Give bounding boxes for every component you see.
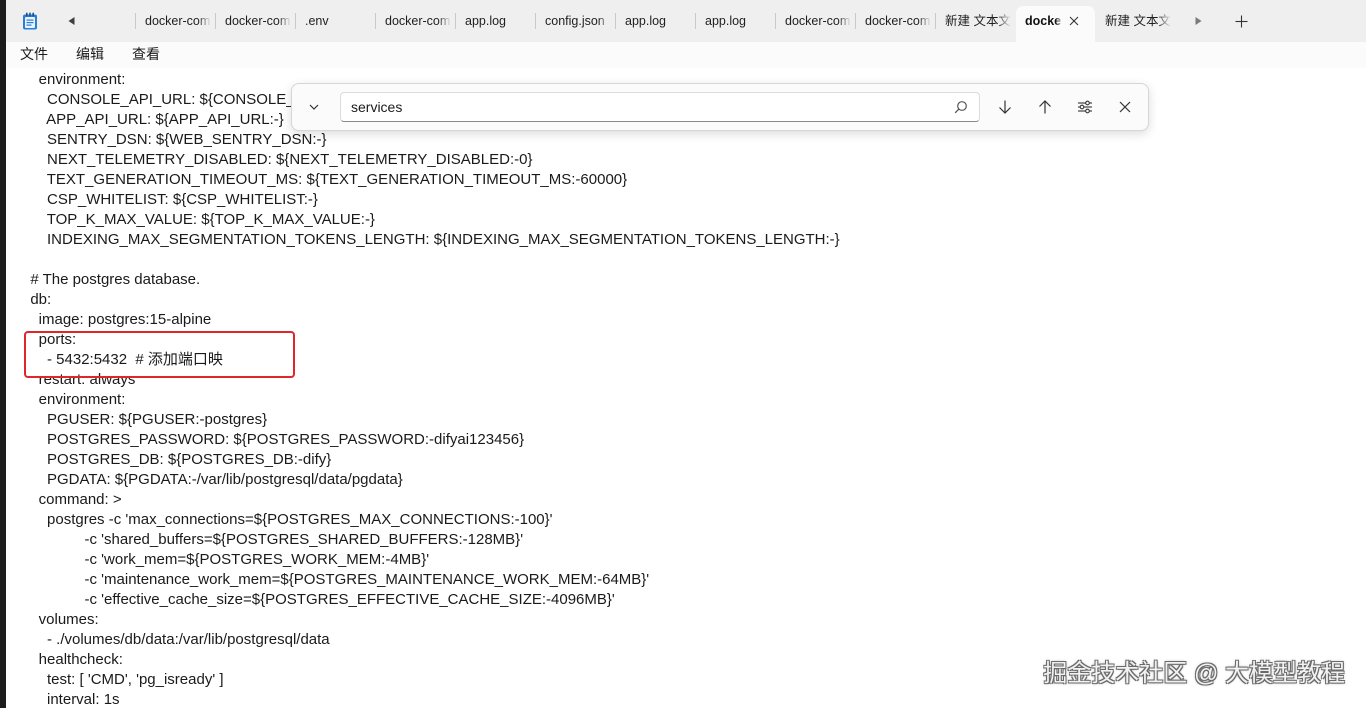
tab-docker-compose[interactable]: docker-comp (775, 0, 855, 42)
scroll-tabs-right-button[interactable] (1186, 9, 1210, 33)
notepad-window: docker-comp docker-comp .env docker-comp… (0, 0, 1366, 708)
find-bar (291, 83, 1149, 131)
editor-line[interactable]: POSTGRES_DB: ${POSTGRES_DB:-dify} (0, 450, 1366, 470)
editor-line[interactable]: INDEXING_MAX_SEGMENTATION_TOKENS_LENGTH:… (0, 230, 1366, 250)
editor-line[interactable]: -c 'maintenance_work_mem=${POSTGRES_MAIN… (0, 570, 1366, 590)
editor-line[interactable]: - ./volumes/db/data:/var/lib/postgresql/… (0, 630, 1366, 650)
search-icon[interactable] (954, 100, 968, 114)
tab-docker-compose[interactable]: docker-comp (215, 0, 295, 42)
editor-line[interactable]: CSP_WHITELIST: ${CSP_WHITELIST:-} (0, 190, 1366, 210)
tab-env[interactable]: .env (295, 0, 375, 42)
menu-view[interactable]: 查看 (124, 42, 168, 68)
editor-line[interactable]: postgres -c 'max_connections=${POSTGRES_… (0, 510, 1366, 530)
tab-label: app.log (465, 14, 507, 28)
editor-line[interactable]: db: (0, 290, 1366, 310)
close-icon (1119, 101, 1131, 113)
arrow-up-icon (1039, 100, 1051, 114)
editor-line[interactable]: SENTRY_DSN: ${WEB_SENTRY_DSN:-} (0, 130, 1366, 150)
editor-line[interactable]: POSTGRES_PASSWORD: ${POSTGRES_PASSWORD:-… (0, 430, 1366, 450)
highlight-annotation-box (24, 331, 295, 378)
editor-line[interactable]: -c 'work_mem=${POSTGRES_WORK_MEM:-4MB}' (0, 550, 1366, 570)
tab-label: config.json (545, 14, 605, 28)
tab-docker-compose[interactable]: docker-comp (135, 0, 215, 42)
tab-new-text-document[interactable]: 新建 文本文 (1095, 0, 1175, 42)
tab-label: docker-comp (865, 14, 931, 28)
background-terminal-window (0, 0, 6, 708)
plus-icon (1235, 15, 1247, 27)
toggle-replace-button[interactable] (298, 91, 330, 123)
tab-strip: docker-comp docker-comp .env docker-comp… (135, 0, 1175, 42)
find-previous-button[interactable] (1029, 91, 1061, 123)
tab-app-log[interactable]: app.log (615, 0, 695, 42)
tab-label: .env (305, 14, 329, 28)
chevron-down-icon (309, 104, 319, 110)
tab-label: docker-comp (225, 14, 291, 28)
menu-edit[interactable]: 编辑 (68, 42, 112, 68)
close-tab-button[interactable] (1064, 11, 1084, 31)
tab-label: 新建 文本文 (1105, 14, 1171, 28)
new-tab-button[interactable] (1229, 9, 1253, 33)
editor-line[interactable]: command: > (0, 490, 1366, 510)
tab-active[interactable]: docke (1016, 6, 1095, 42)
text-editor[interactable]: environment: CONSOLE_API_URL: ${CONSOLE_… (0, 68, 1366, 708)
editor-line[interactable]: interval: 1s (0, 690, 1366, 708)
tab-label: app.log (705, 14, 747, 28)
tab-label: 新建 文本文 (945, 14, 1011, 28)
editor-line[interactable]: TOP_K_MAX_VALUE: ${TOP_K_MAX_VALUE:-} (0, 210, 1366, 230)
tab-label: docker-comp (785, 14, 851, 28)
find-next-button[interactable] (989, 91, 1021, 123)
menu-file[interactable]: 文件 (12, 42, 56, 68)
editor-line[interactable]: TEXT_GENERATION_TIMEOUT_MS: ${TEXT_GENER… (0, 170, 1366, 190)
editor-line[interactable]: -c 'shared_buffers=${POSTGRES_SHARED_BUF… (0, 530, 1366, 550)
tab-new-text-document[interactable]: 新建 文本文 (935, 0, 1015, 42)
editor-line[interactable]: environment: (0, 390, 1366, 410)
editor-line[interactable]: volumes: (0, 610, 1366, 630)
tab-label: docker-comp (145, 14, 211, 28)
tab-config-json[interactable]: config.json (535, 0, 615, 42)
notepad-icon (23, 12, 37, 30)
find-field (340, 92, 980, 122)
editor-line[interactable]: PGUSER: ${PGUSER:-postgres} (0, 410, 1366, 430)
tab-docker-compose[interactable]: docker-comp (855, 0, 935, 42)
tab-app-log[interactable]: app.log (695, 0, 775, 42)
sliders-icon (1078, 100, 1092, 114)
tab-label: app.log (625, 14, 667, 28)
tab-app-log[interactable]: app.log (455, 0, 535, 42)
editor-line[interactable]: PGDATA: ${PGDATA:-/var/lib/postgresql/da… (0, 470, 1366, 490)
editor-line[interactable]: NEXT_TELEMETRY_DISABLED: ${NEXT_TELEMETR… (0, 150, 1366, 170)
menu-bar: 文件 编辑 查看 (0, 42, 1366, 68)
tab-label: docke (1025, 14, 1062, 28)
close-icon (1069, 16, 1079, 26)
find-options-button[interactable] (1069, 91, 1101, 123)
find-input[interactable] (341, 93, 941, 121)
editor-line[interactable]: image: postgres:15-alpine (0, 310, 1366, 330)
caret-right-icon (1195, 17, 1201, 25)
arrow-down-icon (999, 100, 1011, 114)
scroll-tabs-left-button[interactable] (59, 9, 83, 33)
tab-label: docker-comp (385, 14, 451, 28)
caret-left-icon (68, 17, 74, 25)
editor-line[interactable]: -c 'effective_cache_size=${POSTGRES_EFFE… (0, 590, 1366, 610)
tab-docker-compose[interactable]: docker-comp (375, 0, 455, 42)
close-find-button[interactable] (1109, 91, 1141, 123)
editor-line[interactable]: # The postgres database. (0, 270, 1366, 290)
editor-line[interactable] (0, 250, 1366, 270)
tab-bar: docker-comp docker-comp .env docker-comp… (0, 0, 1366, 42)
watermark-text: 掘金技术社区 @ 大模型教程 (1043, 660, 1345, 687)
